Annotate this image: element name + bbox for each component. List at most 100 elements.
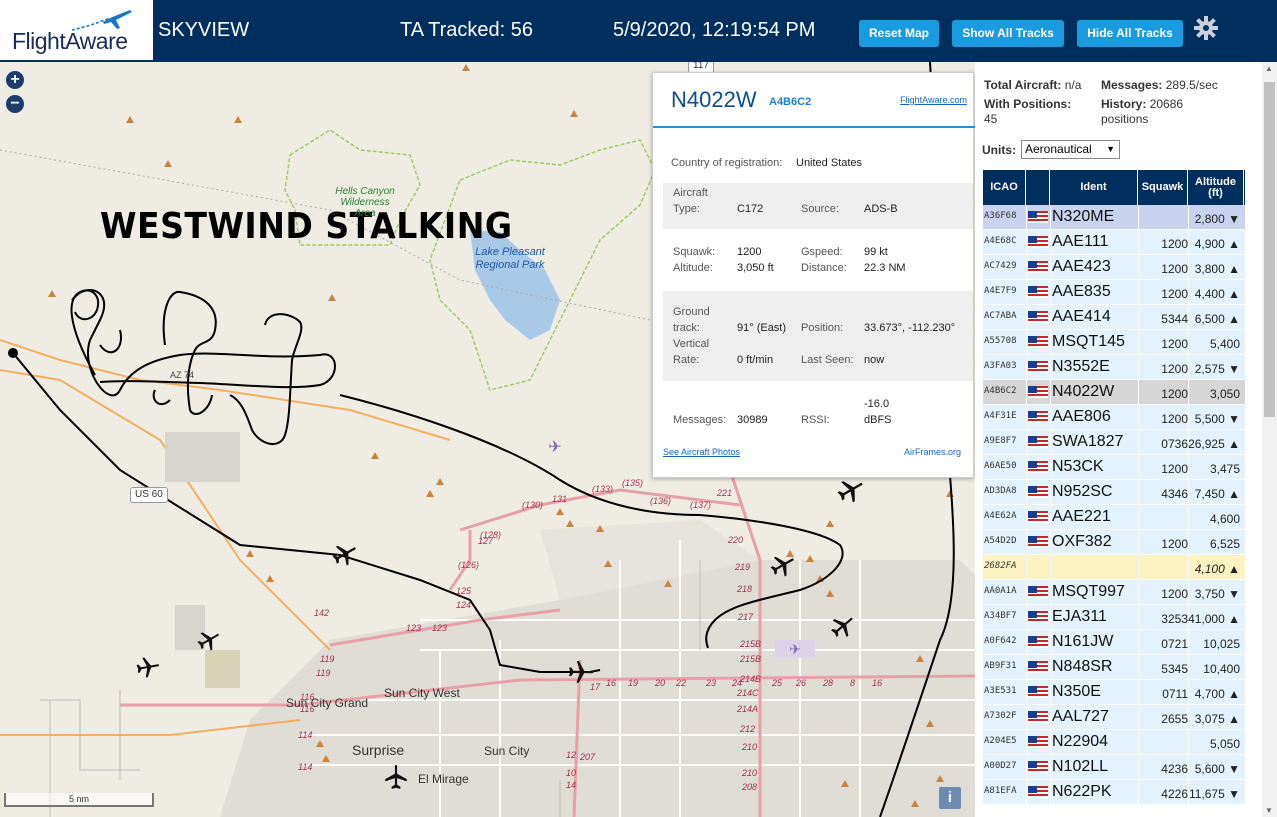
- row-icao: AA0A1A: [984, 586, 1017, 596]
- show-all-tracks-button[interactable]: Show All Tracks: [952, 20, 1064, 47]
- table-row[interactable]: A81EFA N622PK 4226 11,675 ▼: [983, 780, 1245, 805]
- reset-map-button[interactable]: Reset Map: [859, 20, 939, 47]
- table-row[interactable]: A4E68C AAE111 1200 4,900 ▲: [983, 230, 1245, 255]
- us-flag-icon: [1028, 211, 1048, 223]
- table-row[interactable]: A4B6C2 N4022W 1200 3,050: [983, 380, 1245, 405]
- table-row[interactable]: A7302F AAL727 2655 3,075 ▲: [983, 705, 1245, 730]
- aircraft-photos-link[interactable]: See Aircraft Photos: [663, 447, 740, 457]
- col-flag[interactable]: [1026, 170, 1050, 205]
- info-button[interactable]: i: [939, 787, 961, 809]
- table-row[interactable]: 2682FA 4,100 ▲: [983, 555, 1245, 580]
- aircraft-marker-icon[interactable]: [830, 613, 856, 639]
- table-row[interactable]: AC7ABA AAE414 5344 6,500 ▲: [983, 305, 1245, 330]
- us-flag-icon: [1028, 686, 1048, 698]
- table-row[interactable]: A3E531 N350E 0711 4,700 ▲: [983, 680, 1245, 705]
- table-row[interactable]: A36F68 N320ME 2,800 ▼: [983, 205, 1245, 230]
- row-ident: N22904: [1052, 733, 1109, 750]
- hide-all-tracks-button[interactable]: Hide All Tracks: [1077, 20, 1183, 47]
- zoom-out-button[interactable]: −: [6, 95, 24, 113]
- table-row[interactable]: AD3DA8 N952SC 4346 7,450 ▲: [983, 480, 1245, 505]
- scroll-up-icon[interactable]: ▲: [1265, 64, 1273, 73]
- row-squawk: 4236: [1161, 762, 1188, 776]
- aircraft-marker-icon[interactable]: [332, 541, 358, 567]
- col-ident[interactable]: Ident: [1050, 170, 1138, 205]
- place-label: Sun City Grand: [286, 696, 369, 710]
- row-squawk: 4226: [1161, 787, 1188, 801]
- scroll-down-icon[interactable]: ▼: [1265, 806, 1273, 815]
- exit-number-label: 221: [717, 488, 733, 498]
- current-datetime: 5/9/2020, 12:19:54 PM: [613, 19, 816, 41]
- scrollbar[interactable]: ▲ ▼: [1262, 62, 1277, 817]
- col-squawk[interactable]: Squawk: [1138, 170, 1188, 205]
- row-ident: N320ME: [1052, 208, 1115, 225]
- col-speed[interactable]: Sp: [1244, 170, 1245, 205]
- row-icao: AD3DA8: [984, 486, 1017, 496]
- table-row[interactable]: A4E7F9 AAE835 1200 4,400 ▲: [983, 280, 1245, 305]
- row-icao: A4E62A: [984, 511, 1017, 521]
- row-icao: A36F68: [984, 211, 1017, 221]
- row-ident: N952SC: [1052, 483, 1113, 500]
- chevron-down-icon: ▼: [1106, 144, 1115, 154]
- row-altitude: 6,500 ▲: [1194, 312, 1240, 326]
- exit-number-label: 19: [628, 678, 639, 688]
- aircraft-marker-icon[interactable]: [770, 552, 796, 578]
- zoom-in-button[interactable]: +: [6, 71, 24, 89]
- row-squawk: 1200: [1161, 537, 1188, 551]
- aircraft-marker-icon[interactable]: [837, 476, 865, 504]
- aircraft-table: ICAO Ident Squawk Altitude (ft) Sp A36F6…: [983, 170, 1245, 817]
- table-row[interactable]: A55708 MSQT145 1200 5,400: [983, 330, 1245, 355]
- exit-number-label: 28: [823, 678, 834, 688]
- svg-text:✈: ✈: [789, 641, 801, 657]
- rssi-label: RSSI:: [801, 414, 830, 426]
- table-row[interactable]: A54D2D OXF382 1200 6,525: [983, 530, 1245, 555]
- exit-number-label: 220: [728, 535, 744, 545]
- exit-number-label: 207: [580, 752, 596, 762]
- total-aircraft-value: n/a: [1064, 78, 1082, 92]
- table-row[interactable]: AB9F31 N848SR 5345 10,400: [983, 655, 1245, 680]
- row-squawk: 4346: [1161, 487, 1188, 501]
- col-icao[interactable]: ICAO: [983, 170, 1026, 205]
- country-label: Country of registration:: [671, 157, 783, 169]
- row-icao: 2682FA: [984, 561, 1017, 571]
- exit-number-label: (126): [458, 560, 480, 570]
- gear-icon[interactable]: [1193, 15, 1219, 41]
- svg-text:✈: ✈: [548, 439, 561, 456]
- table-row[interactable]: A9E8F7 SWA1827 0736 26,925 ▲: [983, 430, 1245, 455]
- aircraft-marker-icon[interactable]: [197, 628, 221, 652]
- with-positions-label: With Positions:: [984, 97, 1072, 111]
- exit-number-label: 212: [740, 724, 756, 734]
- rssi-value: -16.0 dBFS: [864, 398, 892, 426]
- units-select[interactable]: Aeronautical ▼: [1021, 140, 1120, 159]
- col-altitude[interactable]: Altitude (ft): [1188, 170, 1244, 205]
- scale-bar: 5 nm: [4, 793, 154, 807]
- table-row[interactable]: A0F642 N161JW 0721 10,025: [983, 630, 1245, 655]
- flightaware-link[interactable]: FlightAware.com: [900, 95, 967, 105]
- us-flag-icon: [1028, 461, 1048, 473]
- table-row[interactable]: A4E62A AAE221 4,600: [983, 505, 1245, 530]
- table-row[interactable]: A6AE50 N53CK 1200 3,475: [983, 455, 1245, 480]
- distance-label: Distance:: [801, 262, 847, 274]
- exit-number-label: (136): [650, 496, 672, 506]
- squawk-value: 1200: [737, 246, 762, 258]
- scrollbar-thumb[interactable]: [1264, 82, 1275, 417]
- flightaware-logo[interactable]: FlightAware: [0, 0, 153, 60]
- table-row[interactable]: A204E5 N22904 5,050: [983, 730, 1245, 755]
- exit-number-label: 24: [732, 678, 743, 688]
- table-header: ICAO Ident Squawk Altitude (ft) Sp: [983, 170, 1245, 205]
- messages-label: Messages:: [673, 414, 727, 426]
- aircraft-marker-icon[interactable]: [383, 764, 409, 790]
- table-row[interactable]: A34BF7 EJA311 3253 41,000 ▲: [983, 605, 1245, 630]
- row-icao: A81EFA: [984, 786, 1017, 796]
- table-row[interactable]: A4F31E AAE806 1200 5,500 ▼: [983, 405, 1245, 430]
- highway-shield: US 60: [130, 487, 168, 503]
- airframes-link[interactable]: AirFrames.org: [904, 444, 961, 460]
- table-row[interactable]: AA0A1A MSQT997 1200 3,750 ▼: [983, 580, 1245, 605]
- table-row[interactable]: A3FA03 N3552E 1200 2,575 ▼: [983, 355, 1245, 380]
- row-altitude: 2,575 ▼: [1194, 362, 1240, 376]
- row-icao: A4F31E: [984, 411, 1017, 421]
- messages-rate-label: Messages: 289.5/sec: [1101, 78, 1218, 92]
- row-icao: A7302F: [984, 711, 1017, 721]
- aircraft-marker-icon[interactable]: [136, 655, 160, 679]
- table-row[interactable]: AC7429 AAE423 1200 3,800 ▲: [983, 255, 1245, 280]
- table-row[interactable]: A00D27 N102LL 4236 5,600 ▼: [983, 755, 1245, 780]
